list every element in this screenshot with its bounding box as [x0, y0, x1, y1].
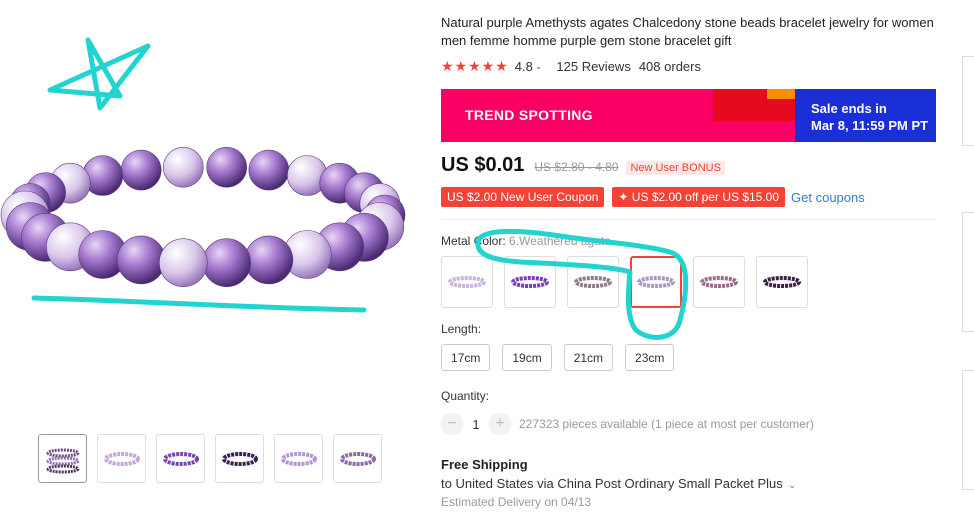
- new-user-coupon[interactable]: US $2.00 New User Coupon: [441, 187, 605, 207]
- sale-label: Sale ends in: [811, 101, 887, 116]
- color-swatch-2[interactable]: [504, 256, 556, 308]
- thumbnail-strip: [38, 434, 382, 483]
- length-option-21cm[interactable]: 21cm: [563, 344, 614, 371]
- shipping-detail: to United States via China Post Ordinary…: [441, 476, 783, 491]
- bead: [248, 149, 290, 191]
- metal-color-label: Metal Color: 6.Weathered agate: [441, 234, 941, 248]
- bracelet-image: [0, 147, 406, 288]
- bead: [206, 147, 247, 188]
- thumbnail-3[interactable]: [156, 434, 205, 483]
- thumbnail-6[interactable]: [333, 434, 382, 483]
- product-info: Natural purple Amethysts agates Chalcedo…: [441, 0, 941, 509]
- side-recommendation-edge-2[interactable]: [962, 370, 974, 490]
- banner-decoration-accent: [767, 89, 795, 99]
- star-rating: ★★★★★: [441, 58, 509, 74]
- rating-value[interactable]: 4.8: [515, 59, 533, 74]
- thumbnail-5[interactable]: [274, 434, 323, 483]
- price-row: US $0.01 US $2.80 - 4.80 New User BONUS: [441, 154, 941, 177]
- trend-spotting-banner: TREND SPOTTING: [441, 89, 795, 142]
- chevron-down-icon: ⌄: [788, 480, 796, 490]
- original-price: US $2.80 - 4.80: [534, 160, 619, 174]
- metal-color-selected: 6.Weathered agate: [509, 234, 611, 248]
- color-swatch-1[interactable]: [441, 256, 493, 308]
- bead: [163, 147, 204, 188]
- length-label: Length:: [441, 322, 482, 336]
- rating-row: ★★★★★ 4.8 ⌄ 125 Reviews 408 orders: [441, 58, 941, 75]
- orders-count: 408 orders: [638, 59, 701, 74]
- shipping-title: Free Shipping: [441, 457, 528, 472]
- decrease-quantity-button[interactable]: −: [441, 413, 463, 435]
- increase-quantity-button[interactable]: +: [489, 413, 511, 435]
- current-price: US $0.01: [441, 154, 525, 176]
- new-user-badge: New User BONUS: [626, 161, 725, 175]
- coupon-row: US $2.00 New User Coupon ✦ US $2.00 off …: [441, 187, 941, 207]
- side-recommendation-edge[interactable]: [962, 212, 974, 332]
- bead: [202, 238, 251, 288]
- color-swatch-5[interactable]: [693, 256, 745, 308]
- divider: [441, 219, 936, 220]
- sale-countdown: Sale ends in Mar 8, 11:59 PM PT: [795, 89, 936, 142]
- quantity-label: Quantity:: [441, 389, 490, 403]
- availability-text: 227323 pieces available (1 piece at most…: [519, 417, 814, 431]
- side-panel-edge: [962, 56, 974, 146]
- chevron-down-icon[interactable]: ⌄: [535, 61, 543, 72]
- bead: [244, 235, 294, 285]
- color-swatches: [441, 256, 941, 308]
- quantity-stepper: − 1 + 227323 pieces available (1 piece a…: [441, 413, 941, 435]
- get-coupons-link[interactable]: Get coupons: [791, 190, 865, 205]
- metal-color-title: Metal Color:: [441, 234, 510, 248]
- color-swatch-3[interactable]: [567, 256, 619, 308]
- store-coupon[interactable]: ✦ US $2.00 off per US $15.00: [612, 187, 786, 207]
- thumbnail-2[interactable]: [97, 434, 146, 483]
- sale-end-date: Mar 8, 11:59 PM PT: [811, 118, 929, 133]
- length-options: 17cm 19cm 21cm 23cm: [441, 344, 941, 371]
- length-option-19cm[interactable]: 19cm: [502, 344, 552, 371]
- color-swatch-6[interactable]: [756, 256, 808, 308]
- promo-banner: TREND SPOTTING Sale ends in Mar 8, 11:59…: [441, 89, 936, 142]
- main-product-image[interactable]: [0, 0, 420, 420]
- shipping-method[interactable]: to United States via China Post Ordinary…: [441, 476, 941, 491]
- bead: [116, 235, 166, 285]
- thumbnail-1[interactable]: [38, 434, 87, 483]
- estimated-delivery: Estimated Delivery on 04/13: [441, 495, 592, 509]
- thumbnail-4[interactable]: [215, 434, 264, 483]
- product-title: Natural purple Amethysts agates Chalcedo…: [441, 15, 934, 48]
- color-swatch-4[interactable]: [630, 256, 682, 308]
- quantity-input[interactable]: 1: [463, 417, 489, 432]
- bead: [159, 238, 208, 288]
- length-option-23cm[interactable]: 23cm: [625, 344, 675, 371]
- banner-title: TREND SPOTTING: [465, 107, 593, 123]
- reviews-link[interactable]: 125 Reviews: [556, 59, 630, 74]
- length-option-17cm[interactable]: 17cm: [441, 344, 491, 371]
- bead: [120, 149, 162, 191]
